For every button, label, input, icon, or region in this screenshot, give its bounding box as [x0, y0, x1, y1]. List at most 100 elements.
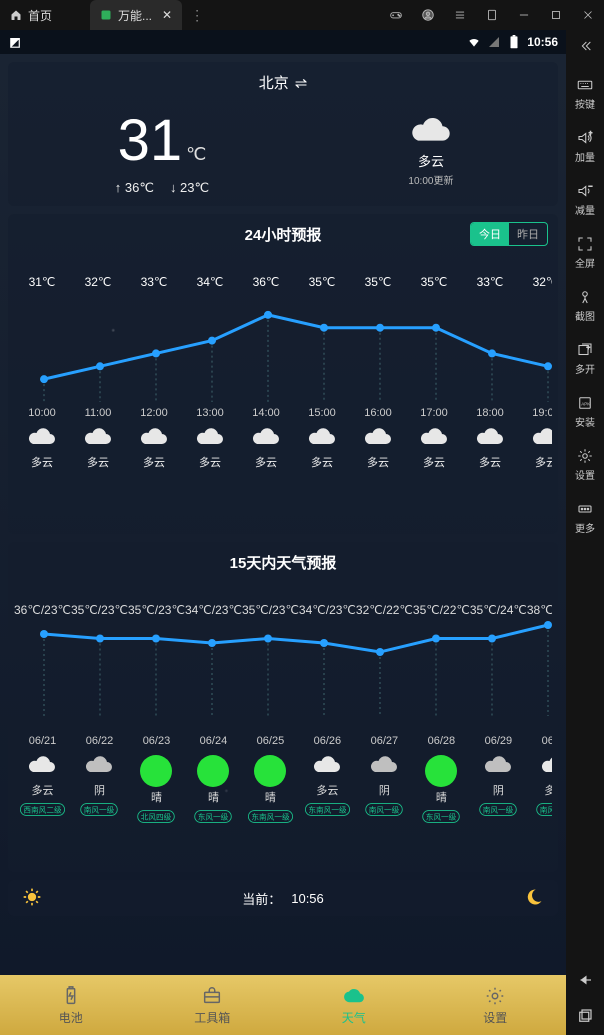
hourly-time: 16:00	[350, 407, 406, 419]
menu-icon[interactable]	[448, 3, 472, 27]
nav-battery[interactable]: 电池	[0, 975, 142, 1035]
hourly-row[interactable]: 31℃ 10:00 多云 32℃ 11:00 多云 33℃ 12:00 多云 3…	[14, 275, 552, 470]
profile-icon[interactable]	[416, 3, 440, 27]
android-recent-button[interactable]	[570, 1001, 600, 1031]
maximize-icon[interactable]	[544, 3, 568, 27]
volume-up-label: 加量	[575, 149, 595, 164]
volume-up-button[interactable]: + 加量	[570, 123, 600, 170]
sun-icon	[22, 887, 42, 910]
hourly-time: 12:00	[126, 407, 182, 419]
hourly-col: 35℃ 15:00 多云	[294, 275, 350, 470]
gamepad-icon[interactable]	[384, 3, 408, 27]
sunny-icon	[254, 755, 286, 787]
hourly-temp: 32℃	[518, 275, 552, 289]
more-label: 更多	[575, 520, 595, 535]
nav-battery-label: 电池	[59, 1009, 83, 1026]
daily-cond: 阴	[71, 782, 128, 798]
multi-instance-button[interactable]: + 多开	[570, 335, 600, 382]
tab-home[interactable]: 首页	[0, 0, 90, 30]
cloud-icon	[350, 427, 406, 452]
tablet-icon[interactable]	[480, 3, 504, 27]
hourly-cond: 多云	[406, 454, 462, 470]
daily-wind: 南风一级	[366, 803, 403, 816]
screenshot-button[interactable]: 截图	[570, 282, 600, 329]
install-apk-button[interactable]: APK安装	[570, 388, 600, 435]
nav-toolbox[interactable]: 工具箱	[142, 975, 284, 1035]
cloud-icon	[182, 427, 238, 452]
current-temp-unit: ℃	[186, 144, 206, 165]
nav-settings[interactable]: 设置	[425, 975, 567, 1035]
window-controls	[384, 0, 600, 30]
collapse-button[interactable]	[570, 36, 600, 64]
daily-hilo: 34℃/23℃	[299, 603, 356, 617]
daily-wind: 东南风一级	[248, 810, 293, 823]
daily-wind: 南风一级	[537, 803, 552, 816]
daily-date: 06/28	[413, 735, 470, 747]
city-selector[interactable]: 北京 ⇌	[14, 72, 552, 93]
hourly-col: 33℃ 18:00 多云	[462, 275, 518, 470]
hourly-cond: 多云	[126, 454, 182, 470]
daily-cond: 阴	[356, 782, 413, 798]
hourly-time: 15:00	[294, 407, 350, 419]
swap-icon: ⇌	[295, 74, 308, 92]
cloud-icon	[238, 427, 294, 452]
daily-hilo: 35℃/24℃	[470, 603, 527, 617]
hourly-cond: 多云	[182, 454, 238, 470]
android-back-button[interactable]	[570, 965, 600, 995]
tab-app-label: 万能...	[118, 7, 152, 24]
daily-hilo: 34℃/23℃	[185, 603, 242, 617]
install-label: 安装	[575, 414, 595, 429]
multi-label: 多开	[575, 361, 595, 376]
daily-date: 06/26	[299, 735, 356, 747]
daily-wind: 东风一级	[423, 810, 460, 823]
tab-app[interactable]: 万能... ✕	[90, 0, 182, 30]
hourly-temp: 35℃	[406, 275, 462, 289]
daily-cond: 晴	[242, 789, 299, 805]
daily-col: 36℃/23℃ 06/21 多云 西南风二级	[14, 603, 71, 824]
daily-date: 06/23	[128, 735, 185, 747]
daily-col: 38℃/24℃ 06/30 多云 南风一级	[527, 603, 552, 824]
daily-date: 06/27	[356, 735, 413, 747]
volume-down-button[interactable]: –减量	[570, 176, 600, 223]
statusbar-time: 10:56	[527, 35, 558, 49]
hourly-cond: 多云	[462, 454, 518, 470]
cloud-icon	[14, 427, 70, 452]
daily-wind: 东南风一级	[305, 803, 350, 816]
tab-close-icon[interactable]: ✕	[162, 8, 172, 22]
hourly-time: 19:00	[518, 407, 552, 419]
hourly-cond: 多云	[14, 454, 70, 470]
more-button[interactable]: 更多	[570, 494, 600, 541]
tab-yesterday[interactable]: 昨日	[509, 223, 547, 245]
close-icon[interactable]	[576, 3, 600, 27]
nav-weather[interactable]: 天气	[283, 975, 425, 1035]
city-name: 北京	[259, 72, 289, 93]
minimize-icon[interactable]	[512, 3, 536, 27]
svg-text:+: +	[589, 131, 593, 137]
daily-hilo: 35℃/23℃	[242, 603, 299, 617]
daily-wind: 南风一级	[480, 803, 517, 816]
tab-today[interactable]: 今日	[471, 223, 509, 245]
hourly-forecast-card: 24小时预报 今日 昨日 31℃ 10:00 多云 32℃ 11:00 多云 3…	[8, 214, 558, 534]
sunny-icon	[425, 755, 457, 787]
daily-title: 15天内天气预报	[14, 552, 552, 573]
daily-date: 06/29	[470, 735, 527, 747]
hourly-col: 31℃ 10:00 多云	[14, 275, 70, 470]
cloud-icon	[406, 427, 462, 452]
current-temp: 31	[118, 107, 183, 174]
daily-cond: 多云	[14, 782, 71, 798]
daily-cond: 晴	[128, 789, 185, 805]
fullscreen-button[interactable]: 全屏	[570, 229, 600, 276]
sunbar-time: 10:56	[291, 891, 324, 906]
volume-down-label: 减量	[575, 202, 595, 217]
keys-button[interactable]: 按键	[570, 70, 600, 117]
tab-more-icon[interactable]: ⋮	[182, 7, 212, 24]
daily-date: 06/25	[242, 735, 299, 747]
screenshot-label: 截图	[575, 308, 595, 323]
daily-row[interactable]: 36℃/23℃ 06/21 多云 西南风二级 35℃/23℃ 06/22 阴 南…	[14, 603, 552, 824]
android-statusbar: ◩ 10:56	[0, 30, 566, 54]
daily-wind: 南风一级	[81, 803, 118, 816]
emulator-settings-button[interactable]: 设置	[570, 441, 600, 488]
hourly-cond: 多云	[350, 454, 406, 470]
moon-icon	[524, 887, 544, 910]
svg-text:+: +	[587, 345, 591, 351]
